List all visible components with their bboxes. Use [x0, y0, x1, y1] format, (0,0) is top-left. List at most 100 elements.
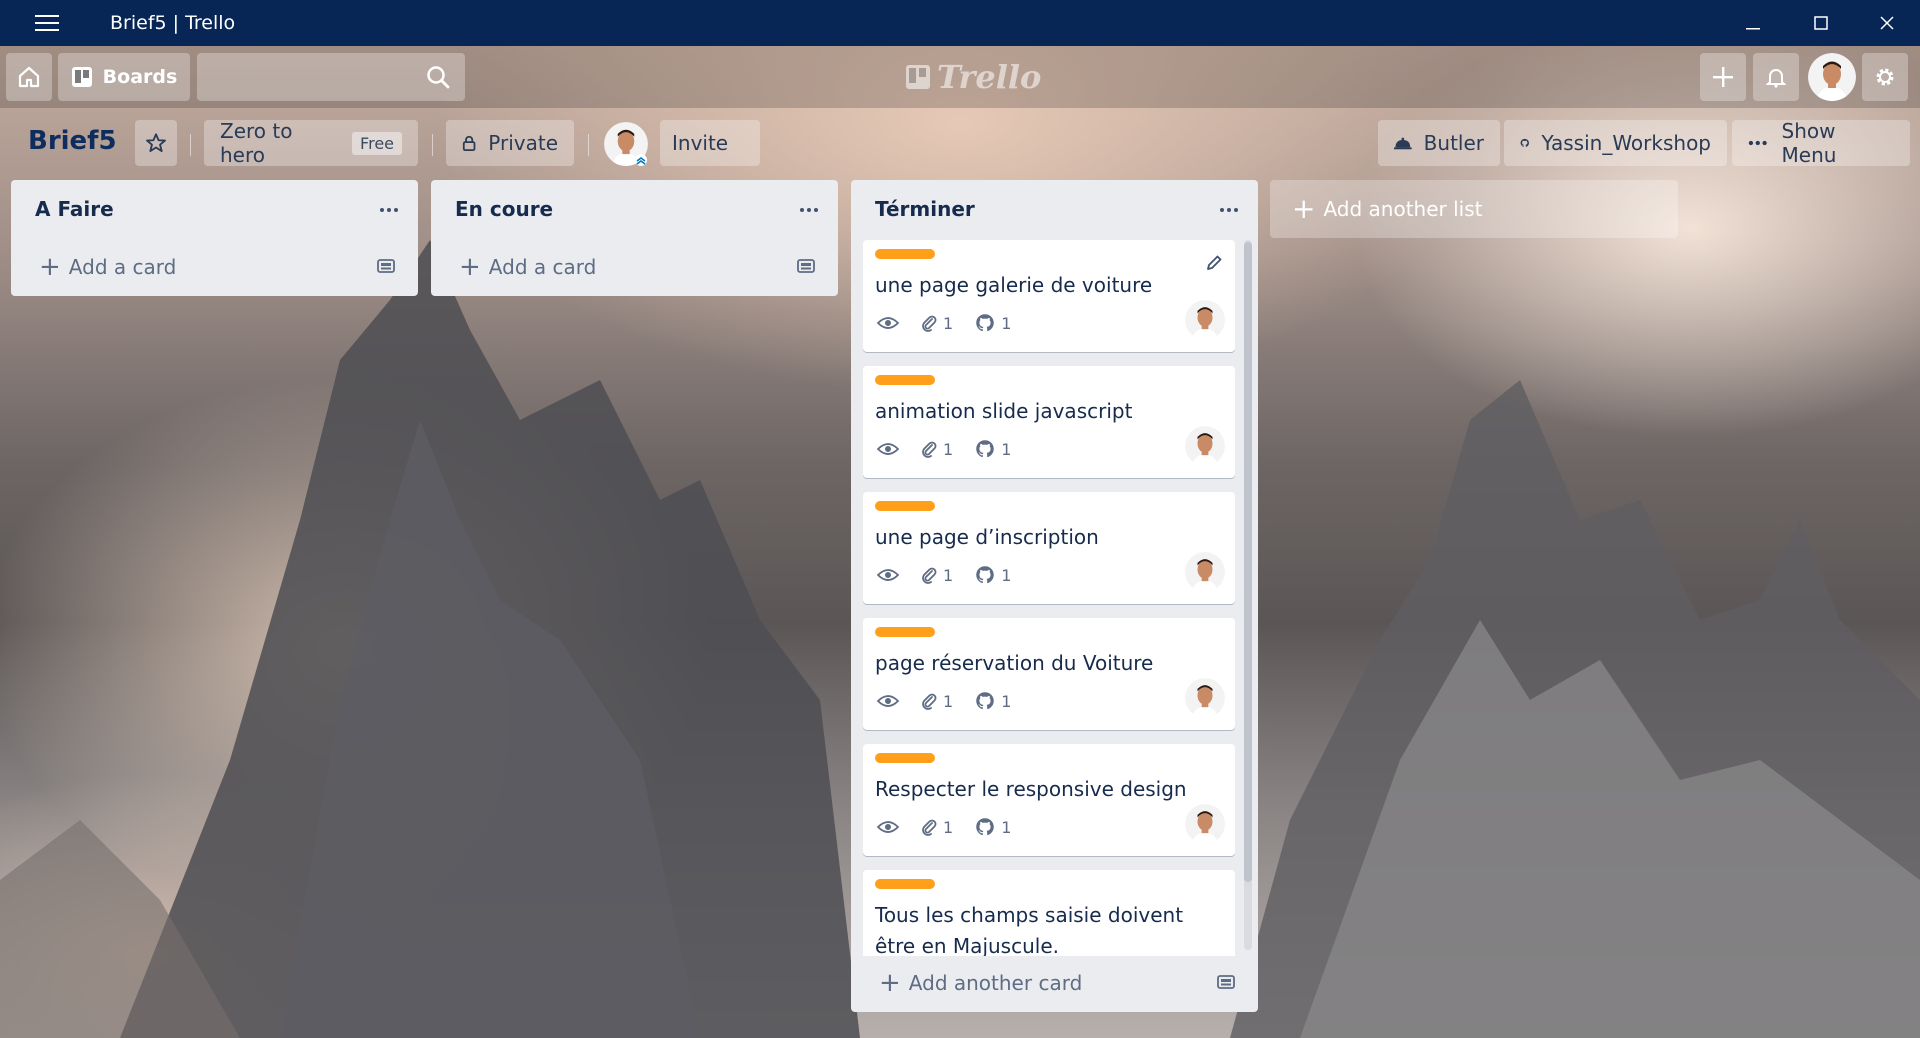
- plus-icon: [1713, 67, 1733, 87]
- home-icon: [18, 66, 40, 88]
- card[interactable]: une page d’inscription 1 1: [863, 492, 1235, 604]
- invite-button[interactable]: Invite: [660, 120, 760, 166]
- card[interactable]: une page galerie de voiture 1 1: [863, 240, 1235, 352]
- card-label-orange[interactable]: [875, 375, 935, 385]
- list-en-coure: En coure + Add a card: [431, 180, 838, 296]
- invite-label: Invite: [672, 131, 729, 155]
- board-member-avatar[interactable]: [604, 122, 648, 166]
- card-template-icon[interactable]: [376, 256, 396, 280]
- plus-icon: +: [1292, 192, 1316, 225]
- watching-eye-icon: [877, 820, 899, 834]
- card-title: une page d’inscription: [875, 525, 1099, 549]
- show-menu-label: Show Menu: [1781, 119, 1837, 167]
- github-badge: 1: [975, 313, 1011, 333]
- list-title[interactable]: En coure: [455, 197, 553, 221]
- powerup-label: Yassin_Workshop: [1541, 131, 1711, 155]
- card[interactable]: Tous les champs saisie doivent être en M…: [863, 870, 1235, 956]
- list-menu-icon[interactable]: [374, 196, 404, 224]
- list-menu-icon[interactable]: [794, 196, 824, 224]
- card-member-avatar[interactable]: [1185, 804, 1225, 844]
- create-button[interactable]: [1700, 53, 1746, 101]
- card-label-orange[interactable]: [875, 879, 935, 889]
- card-title: page réservation du Voiture: [875, 651, 1154, 675]
- window-titlebar: Brief5 | Trello: [0, 0, 1920, 46]
- divider: [432, 134, 433, 156]
- card-member-avatar[interactable]: [1185, 426, 1225, 466]
- github-icon: [976, 818, 994, 836]
- github-badge: 1: [975, 439, 1011, 459]
- plus-icon: +: [879, 968, 901, 998]
- bell-icon: [1765, 69, 1787, 88]
- github-icon: [976, 566, 994, 584]
- board-header: Brief5 Zero to hero Free Private Invite …: [0, 108, 1920, 178]
- card-label-orange[interactable]: [875, 501, 935, 511]
- attachment-count: 1: [943, 817, 954, 837]
- butler-button[interactable]: Butler: [1378, 120, 1500, 166]
- visibility-button[interactable]: Private: [446, 120, 574, 166]
- add-card-button[interactable]: + Add a card: [431, 240, 838, 294]
- card-label-orange[interactable]: [875, 249, 935, 259]
- butler-label: Butler: [1423, 131, 1484, 155]
- member-avatar[interactable]: [1808, 53, 1856, 101]
- trello-logo-icon: [906, 65, 930, 89]
- attachment-badge: 1: [921, 818, 953, 837]
- add-another-card-button[interactable]: + Add another card: [851, 956, 1258, 1010]
- list-title[interactable]: Términer: [875, 197, 975, 221]
- attachment-badge: 1: [921, 440, 953, 459]
- github-badge: 1: [975, 691, 1011, 711]
- attachment-badge: 1: [921, 314, 953, 333]
- edit-pencil-icon[interactable]: [1205, 254, 1223, 276]
- card-title: Tous les champs saisie doivent être en M…: [875, 903, 1184, 956]
- close-window-icon[interactable]: [1854, 0, 1920, 46]
- boards-button[interactable]: Boards: [58, 53, 190, 101]
- card-member-avatar[interactable]: [1185, 678, 1225, 718]
- paperclip-icon: [922, 441, 937, 458]
- trello-logo[interactable]: Trello: [905, 58, 1041, 96]
- list-title[interactable]: A Faire: [35, 197, 114, 221]
- settings-button[interactable]: [1862, 53, 1908, 101]
- add-card-button[interactable]: + Add a card: [11, 240, 418, 294]
- star-board-button[interactable]: [135, 120, 177, 166]
- github-icon: [1520, 138, 1529, 147]
- list-header: Términer: [851, 180, 1258, 240]
- attachment-count: 1: [943, 439, 954, 459]
- team-button[interactable]: Zero to hero Free: [204, 119, 418, 167]
- card-label-orange[interactable]: [875, 627, 935, 637]
- add-another-list-button[interactable]: + Add another list: [1270, 180, 1678, 238]
- board-title[interactable]: Brief5: [28, 126, 117, 156]
- card-label-orange[interactable]: [875, 753, 935, 763]
- watching-eye-icon: [877, 694, 899, 708]
- card-member-avatar[interactable]: [1185, 552, 1225, 592]
- maximize-icon[interactable]: [1788, 0, 1854, 46]
- github-count: 1: [1001, 817, 1012, 837]
- card[interactable]: animation slide javascript 1 1: [863, 366, 1235, 478]
- list-menu-icon[interactable]: [1214, 196, 1244, 224]
- card[interactable]: page réservation du Voiture 1 1: [863, 618, 1235, 730]
- boards-label: Boards: [102, 66, 178, 88]
- hamburger-menu-icon[interactable]: [24, 0, 70, 46]
- card-badges: 1 1: [877, 438, 1033, 460]
- notifications-button[interactable]: [1753, 53, 1799, 101]
- github-count: 1: [1001, 439, 1012, 459]
- minimize-icon[interactable]: [1720, 0, 1786, 46]
- card-template-icon[interactable]: [1216, 972, 1236, 996]
- boards-icon: [71, 67, 92, 87]
- card-member-avatar[interactable]: [1185, 300, 1225, 340]
- home-button[interactable]: [6, 53, 52, 101]
- github-badge: 1: [975, 817, 1011, 837]
- paperclip-icon: [922, 819, 937, 836]
- attachment-count: 1: [943, 691, 954, 711]
- show-menu-button[interactable]: Show Menu: [1732, 119, 1910, 167]
- card[interactable]: Respecter le responsive design 1 1: [863, 744, 1235, 856]
- team-name: Zero to hero: [220, 119, 293, 167]
- plus-icon: +: [459, 252, 481, 282]
- more-icon: [1748, 140, 1767, 146]
- list-header: En coure: [431, 180, 838, 240]
- card-template-icon[interactable]: [796, 256, 816, 280]
- github-powerup-button[interactable]: Yassin_Workshop: [1504, 120, 1727, 166]
- card-badges: 1 1: [877, 312, 1033, 334]
- search-icon[interactable]: [425, 64, 451, 94]
- attachment-count: 1: [943, 313, 954, 333]
- card-title: une page galerie de voiture: [875, 273, 1153, 297]
- add-card-label: Add a card: [488, 255, 597, 279]
